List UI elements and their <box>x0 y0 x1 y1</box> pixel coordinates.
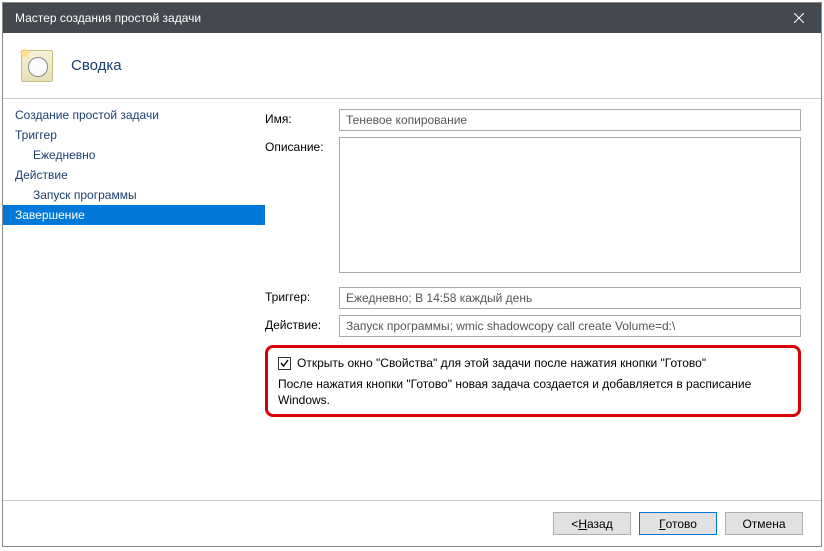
open-properties-label: Открыть окно "Свойства" для этой задачи … <box>297 356 706 370</box>
row-description: Описание: <box>265 137 801 273</box>
titlebar: Мастер создания простой задачи <box>3 3 821 33</box>
action-field[interactable] <box>339 315 801 337</box>
close-icon <box>794 13 804 23</box>
description-field[interactable] <box>339 137 801 273</box>
wizard-steps: Создание простой задачи Триггер Ежедневн… <box>3 99 265 500</box>
step-start-program[interactable]: Запуск программы <box>3 185 265 205</box>
check-icon <box>279 358 290 369</box>
open-properties-row: Открыть окно "Свойства" для этой задачи … <box>278 356 788 370</box>
step-action[interactable]: Действие <box>3 165 265 185</box>
button-bar: < Назад Готово Отмена <box>3 500 821 546</box>
page-title: Сводка <box>71 57 122 74</box>
row-trigger: Триггер: <box>265 287 801 309</box>
row-action: Действие: <box>265 315 801 337</box>
step-finish[interactable]: Завершение <box>3 205 265 225</box>
open-properties-checkbox[interactable] <box>278 357 291 370</box>
back-button[interactable]: < Назад <box>553 512 631 535</box>
wizard-header: Сводка <box>3 33 821 99</box>
row-name: Имя: <box>265 109 801 131</box>
highlight-box: Открыть окно "Свойства" для этой задачи … <box>265 345 801 417</box>
wizard-body: Создание простой задачи Триггер Ежедневн… <box>3 99 821 500</box>
trigger-field[interactable] <box>339 287 801 309</box>
close-button[interactable] <box>776 3 821 33</box>
main-panel: Имя: Описание: Триггер: Действие: <box>265 99 821 500</box>
window-title: Мастер создания простой задачи <box>15 11 201 25</box>
trigger-label: Триггер: <box>265 287 339 304</box>
action-label: Действие: <box>265 315 339 332</box>
step-create-task[interactable]: Создание простой задачи <box>3 105 265 125</box>
finish-info-text: После нажатия кнопки "Готово" новая зада… <box>278 376 788 408</box>
window: Мастер создания простой задачи Сводка Со… <box>2 2 822 547</box>
step-daily[interactable]: Ежедневно <box>3 145 265 165</box>
name-label: Имя: <box>265 109 339 126</box>
finish-button[interactable]: Готово <box>639 512 717 535</box>
step-trigger[interactable]: Триггер <box>3 125 265 145</box>
description-label: Описание: <box>265 137 339 154</box>
wizard-icon <box>21 50 53 82</box>
name-field[interactable] <box>339 109 801 131</box>
cancel-button[interactable]: Отмена <box>725 512 803 535</box>
